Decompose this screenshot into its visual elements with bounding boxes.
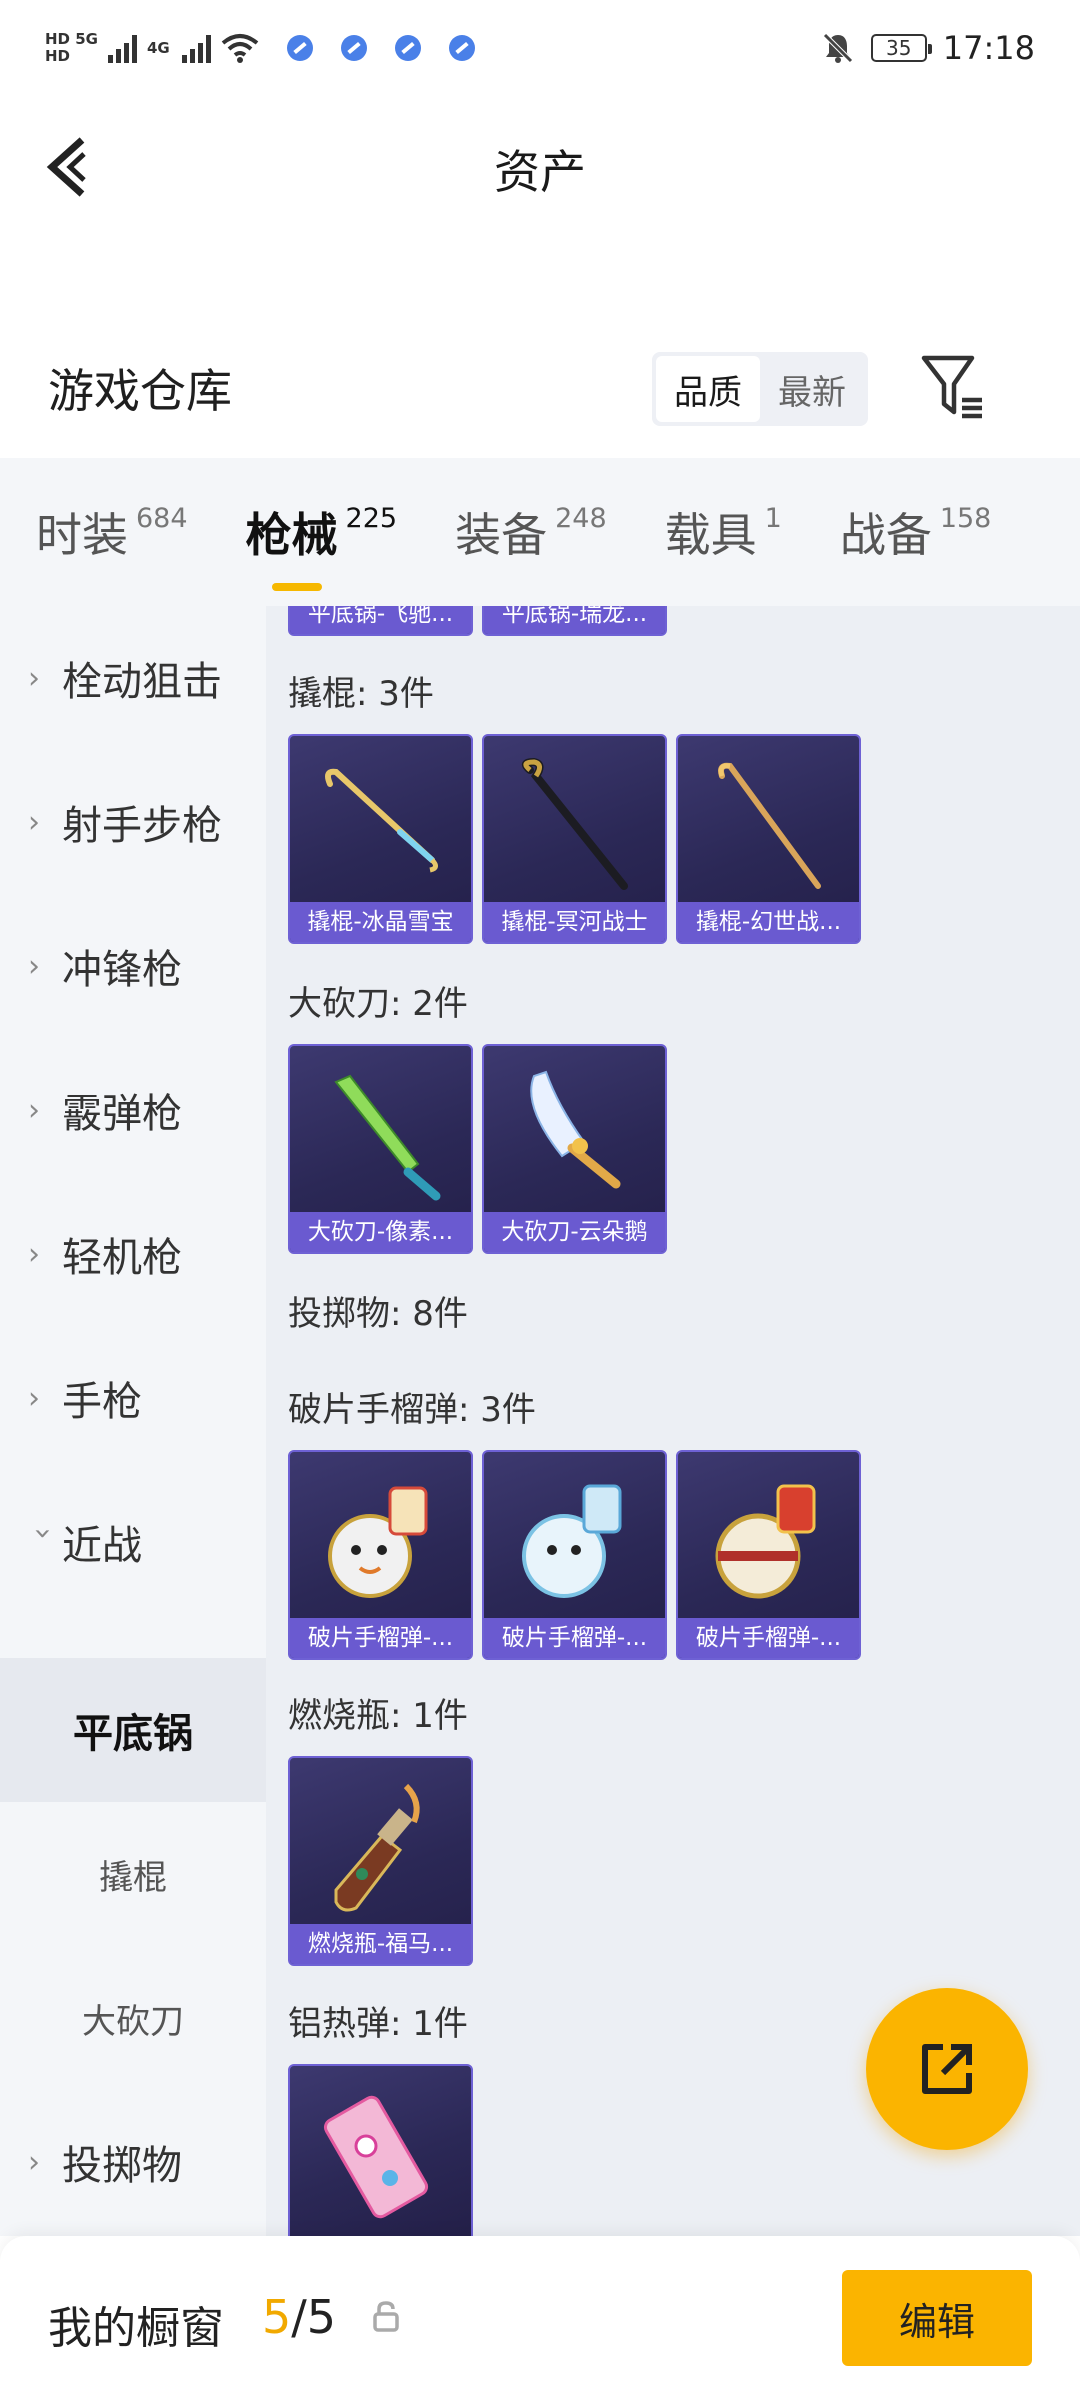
- share-button[interactable]: [866, 1988, 1028, 2150]
- crowbar-icon: [521, 757, 628, 890]
- item-card[interactable]: 大砍刀-云朵鹅: [482, 1044, 667, 1254]
- crowbar-icon: [718, 762, 821, 889]
- item-card[interactable]: 破片手榴弹-...: [482, 1450, 667, 1660]
- chevron-right-icon: ›: [28, 660, 40, 696]
- grenade-icon: [522, 1484, 622, 1598]
- sidebar-item-throwables[interactable]: › 投掷物: [0, 2090, 266, 2234]
- tab-combat-supplies[interactable]: 战备 158: [840, 499, 992, 565]
- item-card[interactable]: [288, 2064, 473, 2236]
- filter-button[interactable]: [920, 352, 988, 422]
- app-notification-icon: [394, 35, 421, 61]
- sidebar-item-pistol[interactable]: › 手枪: [0, 1326, 266, 1470]
- section-label: 大砍刀: 2件: [288, 984, 468, 1024]
- sidebar-item-melee[interactable]: › 近战: [0, 1470, 266, 1614]
- section-label: 撬棍: 3件: [288, 674, 434, 714]
- item-name: 大砍刀-像素...: [290, 1212, 471, 1252]
- tab-vehicles[interactable]: 载具 1: [665, 499, 782, 565]
- wifi-icon: [221, 34, 259, 63]
- chevron-right-icon: ›: [28, 1236, 40, 1272]
- section-label: 铝热弹: 1件: [288, 2004, 468, 2044]
- sidebar-subitem-machete[interactable]: 大砍刀: [0, 1946, 266, 2090]
- item-card[interactable]: 平底锅-飞驰...: [288, 606, 473, 636]
- chevron-right-icon: ›: [28, 2144, 40, 2180]
- network-type: HD 5G HD: [45, 30, 98, 65]
- item-name: 大砍刀-云朵鹅: [484, 1212, 665, 1252]
- item-name: 破片手榴弹-...: [484, 1618, 665, 1658]
- app-notification-icon: [340, 35, 367, 61]
- category-tabs: 时装 684 枪械 225 装备 248 载具 1 战备 158: [0, 458, 1080, 606]
- item-card[interactable]: 破片手榴弹-...: [676, 1450, 861, 1660]
- page-title: 资产: [494, 145, 586, 199]
- header: 资产: [0, 96, 1080, 236]
- section-label: 投掷物: 8件: [288, 1294, 468, 1334]
- chevron-down-icon: ›: [25, 1527, 61, 1539]
- chevron-right-icon: ›: [28, 1092, 40, 1128]
- app-notification-icon: [286, 35, 313, 61]
- item-name: 撬棍-冥河战士: [484, 902, 665, 942]
- molotov-icon: [334, 1783, 420, 1912]
- item-card[interactable]: 破片手榴弹-...: [288, 1450, 473, 1660]
- item-card[interactable]: 平底锅-瑞龙...: [482, 606, 667, 636]
- showcase-bar: 我的橱窗 5/5 编辑: [0, 2236, 1080, 2400]
- sidebar-subitem-pan[interactable]: 平底锅: [0, 1658, 266, 1802]
- app-notification-icon: [448, 35, 475, 61]
- sort-quality-button[interactable]: 品质: [656, 356, 760, 422]
- grenade-icon: [715, 1484, 816, 1599]
- status-bar: HD 5G HD 4G 35 17:18: [0, 0, 1080, 96]
- lock-icon: [373, 2301, 399, 2332]
- item-card[interactable]: 撬棍-幻世战...: [676, 734, 861, 944]
- item-name: 燃烧瓶-福马...: [290, 1924, 471, 1964]
- tab-equipment[interactable]: 装备 248: [455, 499, 607, 565]
- machete-icon: [334, 1074, 441, 1201]
- showcase-label: 我的橱窗: [48, 2303, 224, 2354]
- item-card[interactable]: 燃烧瓶-福马...: [288, 1756, 473, 1966]
- chevron-right-icon: ›: [28, 804, 40, 840]
- tab-firearms[interactable]: 枪械 225: [246, 499, 398, 565]
- crowbar-icon: [325, 768, 438, 873]
- battery-icon: 35: [870, 34, 932, 62]
- grenade-icon: [328, 1486, 428, 1598]
- chevron-right-icon: ›: [28, 948, 40, 984]
- warehouse-title: 游戏仓库: [48, 364, 232, 418]
- signal-icon: [107, 33, 137, 63]
- item-name: 破片手榴弹-...: [290, 1618, 471, 1658]
- sidebar-item-lmg[interactable]: › 轻机枪: [0, 1182, 266, 1326]
- share-icon: [922, 2044, 972, 2094]
- item-name: 平底锅-飞驰...: [290, 606, 471, 634]
- chevron-right-icon: ›: [28, 1380, 40, 1416]
- signal-icon-2: [181, 33, 211, 63]
- sort-latest-button[interactable]: 最新: [760, 356, 864, 422]
- clock: 17:18: [942, 29, 1035, 67]
- edit-button[interactable]: 编辑: [842, 2270, 1032, 2366]
- item-card[interactable]: 撬棍-冰晶雪宝: [288, 734, 473, 944]
- showcase-count: 5/5: [262, 2290, 337, 2344]
- item-card[interactable]: 大砍刀-像素...: [288, 1044, 473, 1254]
- sidebar-item-shotgun[interactable]: › 霰弹枪: [0, 1038, 266, 1182]
- sidebar-item-bolt-sniper[interactable]: › 栓动狙击: [0, 606, 266, 750]
- item-card[interactable]: 撬棍-冥河战士: [482, 734, 667, 944]
- mute-bell-icon: [823, 33, 853, 63]
- machete-icon: [530, 1070, 621, 1189]
- section-label: 燃烧瓶: 1件: [288, 1696, 468, 1736]
- thermite-grenade-icon: [323, 2095, 429, 2219]
- item-name: 平底锅-瑞龙...: [484, 606, 665, 634]
- filter-icon: [921, 355, 982, 419]
- sidebar-item-marksman-rifle[interactable]: › 射手步枪: [0, 750, 266, 894]
- section-label: 破片手榴弹: 3件: [288, 1390, 536, 1430]
- sidebar-subitem-crowbar[interactable]: 撬棍: [0, 1802, 266, 1946]
- tab-fashion[interactable]: 时装 684: [36, 499, 188, 565]
- sidebar-item-smg[interactable]: › 冲锋枪: [0, 894, 266, 1038]
- item-name: 撬棍-冰晶雪宝: [290, 902, 471, 942]
- item-name: 撬棍-幻世战...: [678, 902, 859, 942]
- sort-toggle: 品质 最新: [652, 352, 868, 426]
- category-sidebar: › 栓动狙击 › 射手步枪 › 冲锋枪 › 霰弹枪 › 轻机枪 › 手枪 › 近…: [0, 606, 266, 2236]
- network-4g-label: 4G: [146, 39, 170, 57]
- item-name: 破片手榴弹-...: [678, 1618, 859, 1658]
